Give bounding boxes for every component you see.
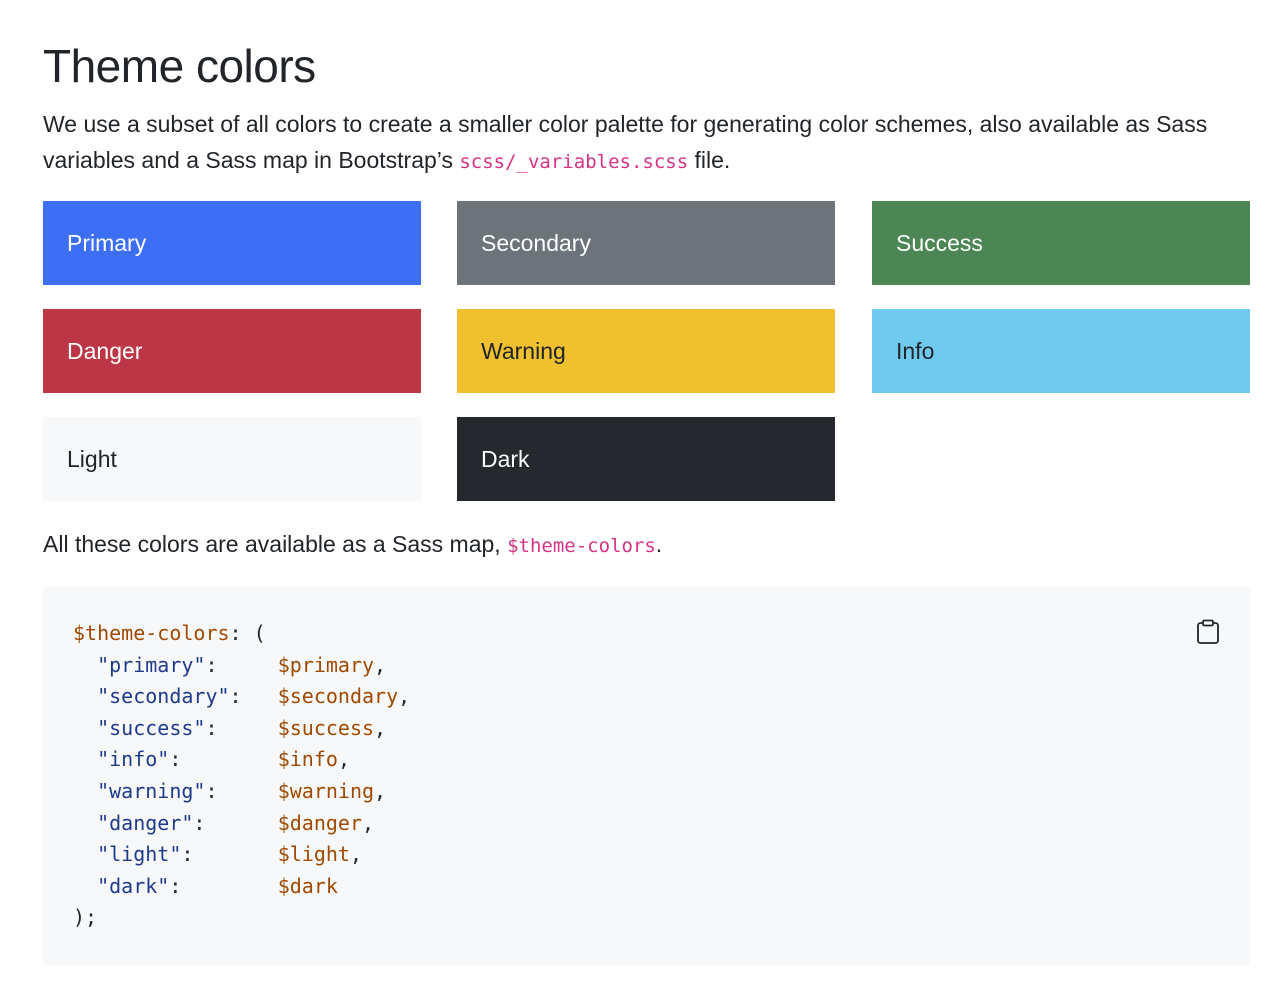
swatch-light: Light <box>43 417 421 501</box>
code-entry: "secondary": $secondary, <box>73 681 410 713</box>
code-entry-trail: , <box>374 715 387 740</box>
swatch-label: Primary <box>67 230 147 256</box>
code-entry: "light": $light, <box>73 839 410 871</box>
swatch-label: Light <box>67 446 117 472</box>
swatch-label: Info <box>896 338 935 364</box>
swatch-label: Warning <box>481 338 566 364</box>
code-entry-trail: , <box>349 842 363 867</box>
swatch-dark: Dark <box>457 417 835 501</box>
code-entry-colon: : <box>193 810 278 835</box>
code-entry-trail: , <box>398 684 411 709</box>
code-entry-trail: , <box>374 778 387 803</box>
variables-file-code: scss/_variables.scss <box>459 151 689 173</box>
code-entry-value: $warning <box>277 778 375 803</box>
code-entry-value: $info <box>277 747 338 772</box>
swatch-label: Dark <box>481 446 530 472</box>
code-entry: "success": $success, <box>73 713 410 745</box>
sass-map-note: All these colors are available as a Sass… <box>43 526 662 564</box>
swatch-warning: Warning <box>457 309 835 393</box>
copy-button[interactable] <box>1196 619 1220 645</box>
clipboard-icon <box>1197 619 1219 644</box>
code-block: $theme-colors: ( "primary": $primary, "s… <box>43 586 1250 966</box>
swatch-danger: Danger <box>43 309 421 393</box>
code-entry-value: $danger <box>277 810 363 835</box>
code-entry: "danger": $danger, <box>73 808 410 840</box>
code-entry-colon: : <box>205 778 278 803</box>
code-map-name: $theme-colors <box>73 621 230 645</box>
swatch-secondary: Secondary <box>457 201 835 285</box>
code-close-paren: ); <box>73 905 98 930</box>
code-entry-key: "warning" <box>97 778 206 803</box>
code-entry-key: "danger" <box>97 810 194 835</box>
code-snippet: $theme-colors: ( "primary": $primary, "s… <box>73 618 410 934</box>
code-entry-key: "primary" <box>97 652 206 677</box>
code-entry: "dark": $dark <box>73 871 410 903</box>
code-entry-colon: : <box>205 715 278 740</box>
code-entries: "primary": $primary, "secondary": $secon… <box>73 650 410 903</box>
code-entry-key: "dark" <box>97 873 170 898</box>
code-entry-value: $primary <box>277 652 375 677</box>
code-line-close: ); <box>73 902 410 934</box>
page-title: Theme colors <box>43 40 316 92</box>
code-entry-trail: , <box>362 810 375 835</box>
swatch-info: Info <box>872 309 1250 393</box>
theme-colors-code: $theme-colors <box>507 535 656 557</box>
code-entry-colon: : <box>229 684 278 709</box>
code-entry-value: $secondary <box>277 684 399 709</box>
code-entry: "warning": $warning, <box>73 776 410 808</box>
code-entry-key: "info" <box>97 747 170 772</box>
code-open-paren: : ( <box>229 621 266 645</box>
code-entry-colon: : <box>205 652 278 677</box>
code-entry: "primary": $primary, <box>73 650 410 682</box>
code-entry-colon: : <box>181 842 278 867</box>
swatch-label: Danger <box>67 338 143 364</box>
code-entry-key: "secondary" <box>97 684 230 709</box>
code-entry-key: "light" <box>97 842 182 867</box>
code-entry-value: $success <box>277 715 375 740</box>
swatch-primary: Primary <box>43 201 421 285</box>
swatch-success: Success <box>872 201 1250 285</box>
code-entry-key: "success" <box>97 715 206 740</box>
code-entry-value: $light <box>277 842 350 867</box>
code-entry-trail: , <box>337 747 350 772</box>
code-entry: "info": $info, <box>73 744 410 776</box>
code-line-open: $theme-colors: ( <box>73 618 410 650</box>
intro-suffix: file. <box>688 147 731 173</box>
code-entry-colon: : <box>169 747 278 772</box>
sass-note-suffix: . <box>655 531 663 557</box>
code-entry-value: $dark <box>277 873 338 898</box>
sass-note-prefix: All these colors are available as a Sass… <box>43 531 508 557</box>
code-entry-trail: , <box>374 652 387 677</box>
swatch-label: Success <box>896 230 983 256</box>
intro-paragraph: We use a subset of all colors to create … <box>43 106 1250 180</box>
swatch-label: Secondary <box>481 230 591 256</box>
code-entry-colon: : <box>169 873 278 898</box>
